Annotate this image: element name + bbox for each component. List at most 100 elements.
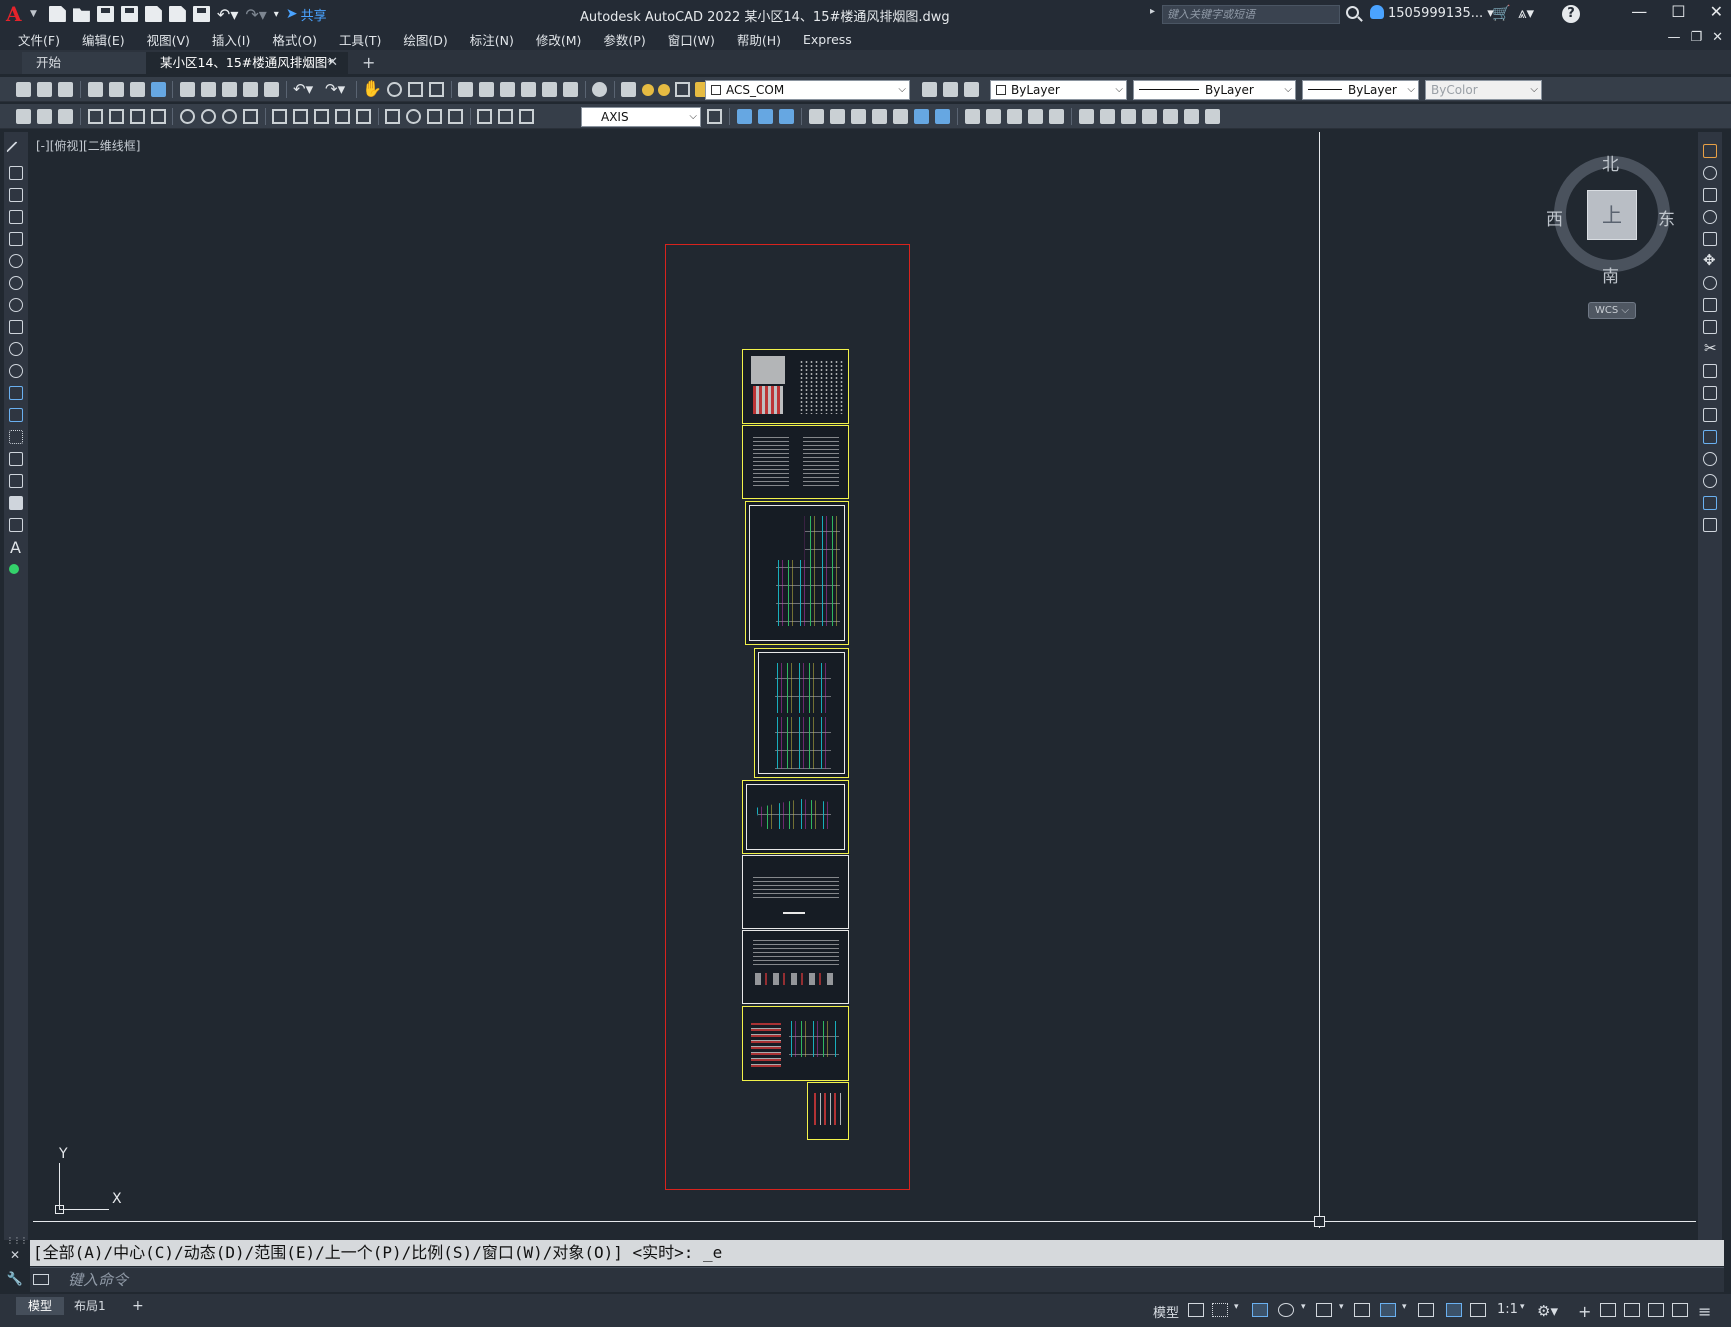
dimstyle-manager-icon[interactable]: [707, 109, 722, 124]
rotate-icon[interactable]: [1703, 276, 1717, 290]
markup-icon[interactable]: [542, 82, 557, 97]
maximize-icon[interactable]: ☐: [1671, 2, 1685, 21]
box-icon[interactable]: [1079, 109, 1094, 124]
rectangle-icon[interactable]: [9, 232, 23, 246]
quick-properties-icon[interactable]: [1624, 1303, 1640, 1317]
section-plane-icon[interactable]: [1007, 109, 1022, 124]
layer-previous-icon[interactable]: [943, 82, 958, 97]
spline-icon[interactable]: [9, 320, 23, 334]
center-mark-icon[interactable]: [406, 109, 421, 124]
annotation-monitor-plus-icon[interactable]: +: [1578, 1302, 1591, 1321]
linetype-dropdown[interactable]: ByLayer ⌵: [1133, 80, 1296, 100]
plotstyle-dropdown[interactable]: ByColor ⌵: [1425, 80, 1542, 100]
share-icon[interactable]: ➤: [286, 6, 298, 22]
menu-format[interactable]: 格式(O): [272, 30, 317, 49]
new-file-icon[interactable]: [48, 6, 66, 22]
dim-edit-icon[interactable]: [477, 109, 492, 124]
autocad-logo-icon[interactable]: A: [6, 3, 28, 25]
menu-file[interactable]: 文件(F): [18, 30, 60, 49]
zoom-realtime-icon[interactable]: [387, 82, 402, 97]
table-icon[interactable]: [9, 518, 23, 532]
workspace-icon[interactable]: [16, 109, 31, 124]
jogged-linear-icon[interactable]: [448, 109, 463, 124]
help-tb-icon[interactable]: [592, 82, 607, 97]
scale-chevron-down-icon[interactable]: ▾: [1520, 1302, 1525, 1312]
radius-dim-icon[interactable]: [180, 109, 195, 124]
menu-parametric[interactable]: 参数(P): [603, 30, 645, 49]
design-center-icon[interactable]: [479, 82, 494, 97]
close-icon[interactable]: ✕: [1710, 2, 1723, 21]
plot-icon[interactable]: [192, 6, 210, 22]
blend-curves-icon[interactable]: [1703, 496, 1717, 510]
drawing-sheet-3-floor-plan[interactable]: [745, 501, 849, 645]
user-account-menu[interactable]: 1505999135... ▾: [1370, 5, 1494, 21]
interfere-icon[interactable]: [986, 109, 1001, 124]
menu-window[interactable]: 窗口(W): [668, 30, 715, 49]
chamfer-icon[interactable]: [1703, 452, 1717, 466]
block-editor-icon[interactable]: [264, 82, 279, 97]
move-icon[interactable]: ✥: [1703, 251, 1716, 269]
menu-help[interactable]: 帮助(H): [737, 30, 781, 49]
ellipse-arc-icon[interactable]: [9, 364, 23, 378]
3d-print-icon[interactable]: [151, 82, 166, 97]
revision-cloud-icon[interactable]: [9, 298, 23, 312]
continue-dim-icon[interactable]: [314, 109, 329, 124]
extend-icon[interactable]: [1703, 364, 1717, 378]
units-icon[interactable]: [1600, 1303, 1616, 1317]
menu-modify[interactable]: 修改(M): [536, 30, 582, 49]
line-icon[interactable]: [6, 141, 26, 161]
sheet-set-icon[interactable]: [521, 82, 536, 97]
drawing-sheet-1-cover[interactable]: [742, 349, 849, 424]
solid-subtract-icon[interactable]: [758, 109, 773, 124]
jogged-dim-icon[interactable]: [201, 109, 216, 124]
zoom-previous-icon[interactable]: [429, 82, 444, 97]
autodesk-app-icon[interactable]: ⩓▾: [1518, 4, 1534, 22]
open-file-icon[interactable]: [72, 8, 90, 22]
osnap-chevron-down-icon[interactable]: ▾: [1402, 1302, 1407, 1312]
copy-object-icon[interactable]: [1703, 166, 1717, 180]
offset-icon[interactable]: [1703, 210, 1717, 224]
copy-icon[interactable]: [201, 82, 216, 97]
break-icon[interactable]: [1703, 408, 1717, 422]
save-tb-icon[interactable]: [58, 82, 73, 97]
customize-qa-chevron-icon[interactable]: ▾: [274, 9, 279, 20]
flatshot-icon[interactable]: [1028, 109, 1043, 124]
slice-icon[interactable]: [965, 109, 980, 124]
sphere-icon[interactable]: [1163, 109, 1178, 124]
make-block-icon[interactable]: [9, 408, 23, 422]
polar-tracking-icon[interactable]: [1278, 1303, 1294, 1317]
undo-tb-icon[interactable]: ↶▾: [293, 80, 313, 98]
3d-rotate-icon[interactable]: [935, 109, 950, 124]
lineweight-dropdown[interactable]: ByLayer ⌵: [1302, 80, 1419, 100]
erase-icon[interactable]: [1703, 144, 1717, 158]
snap-chevron-down-icon[interactable]: ▾: [1234, 1302, 1239, 1312]
mirror-icon[interactable]: [1703, 188, 1717, 202]
drawing-sheet-7-section[interactable]: [742, 930, 849, 1004]
diameter-dim-icon[interactable]: [222, 109, 237, 124]
tolerance-icon[interactable]: [385, 109, 400, 124]
minimize-icon[interactable]: —: [1631, 2, 1647, 21]
object-snap-icon[interactable]: [1380, 1303, 1396, 1317]
doc-close-icon[interactable]: ✕: [1712, 30, 1723, 45]
polygon-icon[interactable]: [9, 210, 23, 224]
save-web-icon[interactable]: [168, 6, 186, 22]
plot-preview-icon[interactable]: [109, 82, 124, 97]
layer-walk-icon[interactable]: [58, 109, 73, 124]
undo-icon[interactable]: ↶▾: [217, 5, 238, 24]
construction-line-icon[interactable]: [9, 166, 23, 180]
dim-update-icon[interactable]: [519, 109, 534, 124]
linear-dim-icon[interactable]: [88, 109, 103, 124]
solid-edit-icon[interactable]: [1049, 109, 1064, 124]
ortho-icon[interactable]: [1252, 1303, 1268, 1317]
drawing-sheet-2-notes[interactable]: [742, 425, 849, 499]
menu-draw[interactable]: 绘图(D): [403, 30, 447, 49]
snap-icon[interactable]: [1212, 1303, 1228, 1317]
stretch-icon[interactable]: [1703, 320, 1717, 334]
menu-express[interactable]: Express: [803, 32, 852, 47]
isodraft-icon[interactable]: [1316, 1303, 1332, 1317]
clean-screen-icon[interactable]: [1672, 1303, 1688, 1317]
command-close-icon[interactable]: ✕: [6, 1248, 24, 1262]
add-selected-icon[interactable]: [9, 564, 19, 574]
hatch-icon[interactable]: [9, 452, 23, 466]
auto-scale-icon[interactable]: [1470, 1303, 1486, 1317]
